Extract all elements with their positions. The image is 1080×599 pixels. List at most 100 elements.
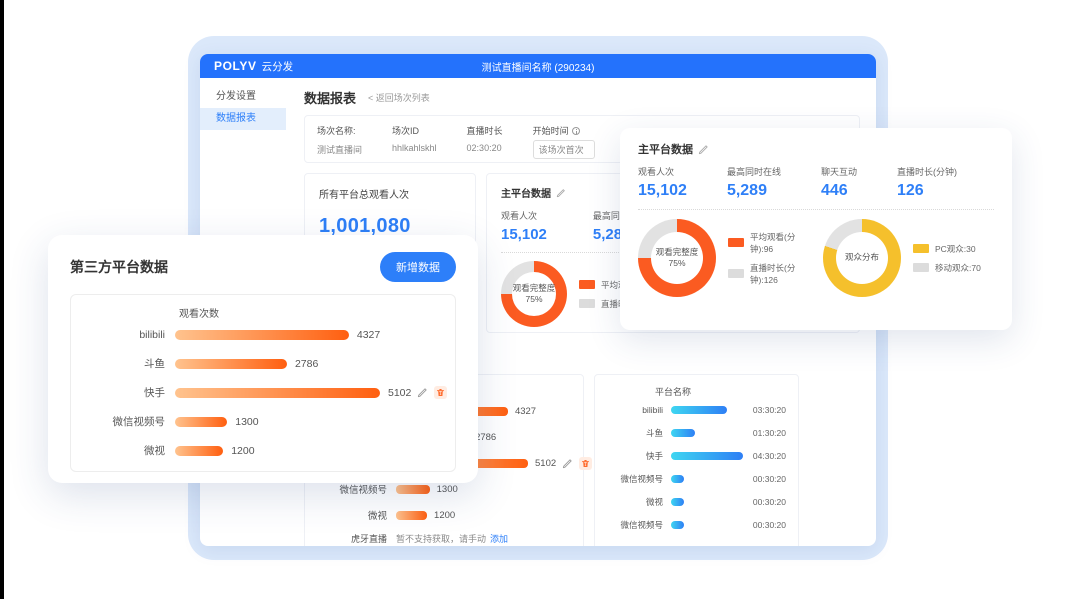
legend-label: PC观众:30: [935, 243, 976, 255]
legend-item: 平均观看(分钟):96: [728, 231, 809, 255]
titlebar: POLYV 云分发 测试直播间名称 (290234): [200, 54, 876, 78]
session-field-label: 开始时间: [533, 124, 569, 137]
divider: [638, 209, 994, 210]
duration-time: 01:30:20: [753, 428, 786, 438]
stat-value: 15,102: [638, 182, 687, 200]
bar: [175, 330, 349, 340]
legend-label: 直播时长(分钟):126: [750, 262, 809, 286]
session-info-field: 直播时长 02:30:20: [467, 124, 503, 154]
duration-bar: [671, 452, 743, 460]
edit-icon[interactable]: [562, 458, 573, 469]
sidebar-item-label: 数据报表: [216, 113, 256, 124]
legend-swatch: [579, 280, 595, 289]
audience-donut-chart: 观众分布: [823, 219, 901, 297]
stat-value: 446: [821, 182, 857, 200]
session-field-value: 该场次首次: [533, 140, 595, 159]
stat: 聊天互动 446: [821, 165, 857, 200]
duration-chart-card: 平台名称 bilibili 03:30:20 斗鱼 01:30:20 快手 04…: [594, 374, 799, 546]
info-icon: [572, 127, 580, 135]
add-manually-link[interactable]: 添加: [490, 532, 508, 545]
room-title: 测试直播间名称 (290234): [482, 59, 595, 74]
duration-label: bilibili: [607, 405, 663, 415]
bar-row: 微视 1200: [305, 502, 583, 528]
back-to-list-link[interactable]: < 返回场次列表: [368, 91, 430, 104]
views-chart-header: 观看次数: [179, 305, 455, 320]
donut-center-value: 75%: [668, 258, 685, 269]
polyv-logo: POLYV: [214, 59, 257, 73]
donut-center-label: 观看完整度: [656, 247, 699, 258]
completion-legend: 平均观看(分钟):96 直播时长(分钟):126: [728, 231, 809, 286]
huya-note: 暂不支持获取，请手动: [396, 532, 486, 545]
total-views-title: 所有平台总观看人次: [319, 186, 461, 201]
stat-value: 126: [897, 182, 957, 200]
bar: [396, 511, 427, 520]
duration-bar: [671, 498, 684, 506]
bar-value: 2786: [295, 358, 318, 370]
duration-bar: [671, 406, 727, 414]
bar-row: 快手 5102: [71, 378, 455, 407]
stat-value: 5,289: [727, 182, 781, 200]
stat: 观看人次 15,102: [638, 165, 687, 200]
main-platform-panel-title: 主平台数据: [638, 141, 693, 157]
session-info-field: 开始时间 该场次首次: [533, 124, 595, 154]
bar-label: 快手: [71, 385, 165, 400]
add-data-button[interactable]: 新增数据: [380, 252, 456, 282]
duration-bar: [671, 475, 684, 483]
bar-label: bilibili: [71, 329, 165, 341]
duration-time: 00:30:20: [753, 474, 786, 484]
legend-swatch: [728, 269, 744, 278]
legend-swatch: [913, 263, 929, 272]
sidebar-item[interactable]: 数据报表: [200, 108, 286, 130]
stat: 最高同时在线 5,289: [727, 165, 781, 200]
duration-label: 微视: [607, 496, 663, 508]
bar-row: bilibili 4327: [71, 320, 455, 349]
bar-value: 5102: [388, 387, 411, 399]
stat-label: 直播时长(分钟): [897, 165, 957, 178]
duration-time: 00:30:20: [753, 520, 786, 530]
session-field-value: hhlkahlskhl: [392, 143, 437, 153]
delete-icon[interactable]: [434, 386, 447, 399]
edit-icon[interactable]: [698, 144, 709, 155]
main-platform-card-title: 主平台数据: [501, 185, 551, 200]
third-party-title: 第三方平台数据: [70, 257, 168, 277]
stat: 观看人次 15,102: [501, 209, 547, 243]
huya-label: 虎牙直播: [305, 532, 387, 545]
session-field-value: 测试直播间: [317, 143, 362, 156]
duration-row: 斗鱼 01:30:20: [607, 421, 786, 444]
sidebar-item-label: 分发设置: [216, 91, 256, 102]
stat-label: 观看人次: [501, 209, 547, 222]
duration-time: 03:30:20: [753, 405, 786, 415]
legend-swatch: [579, 299, 595, 308]
duration-bar: [671, 521, 684, 529]
bar: [175, 417, 227, 427]
screen-edge-strip: [0, 0, 4, 599]
session-field-label: 直播时长: [467, 124, 503, 137]
edit-icon[interactable]: [417, 387, 428, 398]
stage: POLYV 云分发 测试直播间名称 (290234) 分发设置 数据报表 数据报…: [0, 0, 1080, 599]
bar: [175, 359, 287, 369]
stat: 直播时长(分钟) 126: [897, 165, 957, 200]
duration-row: 快手 04:30:20: [607, 444, 786, 467]
legend-item: PC观众:30: [913, 243, 981, 255]
duration-bar: [671, 429, 695, 437]
duration-label: 斗鱼: [607, 427, 663, 439]
bar-label: 微信视频号: [305, 482, 387, 496]
duration-time: 04:30:20: [753, 451, 786, 461]
session-field-value: 02:30:20: [467, 143, 503, 153]
duration-row: bilibili 03:30:20: [607, 398, 786, 421]
duration-time: 00:30:20: [753, 497, 786, 507]
bar: [175, 446, 223, 456]
bar: [175, 388, 380, 398]
sidebar-item[interactable]: 分发设置: [200, 86, 286, 108]
third-party-data-panel: 第三方平台数据 新增数据 观看次数 bilibili 4327 斗鱼 2786 …: [48, 235, 478, 483]
edit-icon[interactable]: [556, 188, 566, 198]
delete-icon[interactable]: [579, 457, 592, 470]
audience-legend: PC观众:30 移动观众:70: [913, 243, 981, 274]
third-party-bars: bilibili 4327 斗鱼 2786 快手 5102 微信视频号 1300…: [71, 320, 455, 465]
duration-row: 微信视频号 00:30:20: [607, 467, 786, 490]
brand-suffix: 云分发: [262, 59, 294, 74]
bar-row: 微视 1200: [71, 436, 455, 465]
session-info-field: 场次名称: 测试直播间: [317, 124, 362, 154]
session-field-label: 场次ID: [392, 124, 419, 137]
bar-row: 斗鱼 2786: [71, 349, 455, 378]
